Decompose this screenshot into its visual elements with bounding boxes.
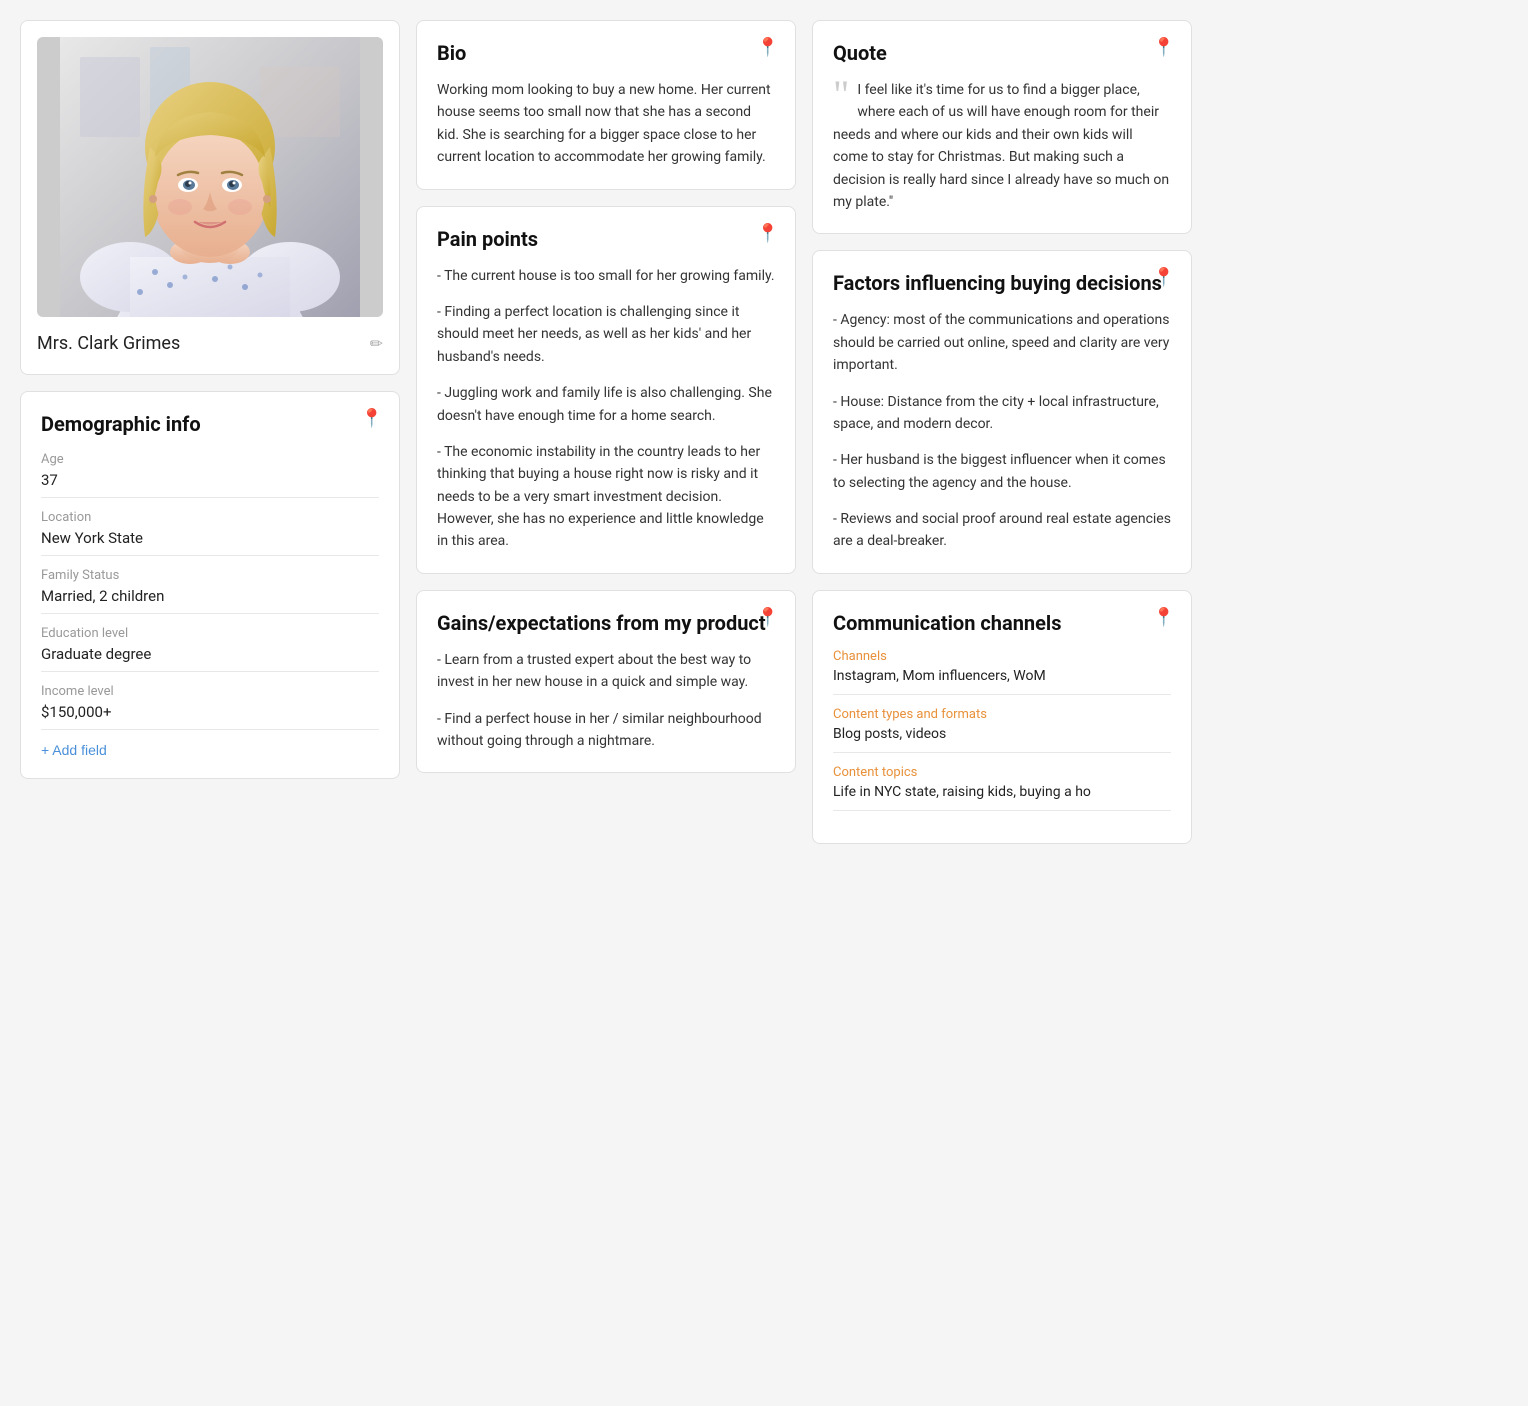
factors-body: - Agency: most of the communications and…: [833, 309, 1171, 553]
channels-value: Instagram, Mom influencers, WoM: [833, 668, 1171, 695]
pain-point-3: - Juggling work and family life is also …: [437, 382, 775, 427]
family-status-label: Family Status: [41, 568, 379, 583]
factors-title: Factors influencing buying decisions: [833, 271, 1171, 295]
content-types-value: Blog posts, videos: [833, 726, 1171, 753]
factor-1: - Agency: most of the communications and…: [833, 309, 1171, 376]
bio-card: 📍 Bio Working mom looking to buy a new h…: [416, 20, 796, 190]
profile-image: [37, 37, 383, 317]
quote-mark: ": [833, 75, 849, 115]
age-value: 37: [41, 471, 379, 498]
middle-column: 📍 Bio Working mom looking to buy a new h…: [416, 20, 796, 844]
pain-point-1: - The current house is too small for her…: [437, 265, 775, 287]
communication-title: Communication channels: [833, 611, 1171, 635]
bio-text: Working mom looking to buy a new home. H…: [437, 79, 775, 169]
age-field: Age 37: [41, 452, 379, 498]
pin-icon-communication[interactable]: 📍: [1153, 607, 1175, 628]
content-topics-value: Life in NYC state, raising kids, buying …: [833, 784, 1171, 811]
gain-1: - Learn from a trusted expert about the …: [437, 649, 775, 694]
profile-card: Mrs. Clark Grimes ✏: [20, 20, 400, 375]
education-field: Education level Graduate degree: [41, 626, 379, 672]
factors-card: 📍 Factors influencing buying decisions -…: [812, 250, 1192, 574]
education-value: Graduate degree: [41, 645, 379, 672]
channels-label: Channels: [833, 649, 1171, 664]
right-column: 📍 Quote " I feel like it's time for us t…: [812, 20, 1192, 844]
family-status-value: Married, 2 children: [41, 587, 379, 614]
quote-title: Quote: [833, 41, 1171, 65]
pain-points-card: 📍 Pain points - The current house is too…: [416, 206, 796, 574]
income-field: Income level $150,000+: [41, 684, 379, 730]
content-types-label: Content types and formats: [833, 707, 1171, 722]
demographic-card: 📍 Demographic info Age 37 Location New Y…: [20, 391, 400, 779]
pin-icon-demographic[interactable]: 📍: [361, 408, 383, 429]
location-label: Location: [41, 510, 379, 525]
pain-point-4: - The economic instability in the countr…: [437, 441, 775, 553]
factor-2: - House: Distance from the city + local …: [833, 391, 1171, 436]
pain-point-2: - Finding a perfect location is challeng…: [437, 301, 775, 368]
family-status-field: Family Status Married, 2 children: [41, 568, 379, 614]
pin-icon-bio[interactable]: 📍: [757, 37, 779, 58]
quote-text: I feel like it's time for us to find a b…: [833, 82, 1169, 210]
age-label: Age: [41, 452, 379, 467]
content-topics-label: Content topics: [833, 765, 1171, 780]
pin-icon-pain-points[interactable]: 📍: [757, 223, 779, 244]
gain-2: - Find a perfect house in her / similar …: [437, 708, 775, 753]
channels-field: Channels Instagram, Mom influencers, WoM: [833, 649, 1171, 695]
pin-icon-factors[interactable]: 📍: [1153, 267, 1175, 288]
location-field: Location New York State: [41, 510, 379, 556]
location-value: New York State: [41, 529, 379, 556]
communication-card: 📍 Communication channels Channels Instag…: [812, 590, 1192, 844]
gains-title: Gains/expectations from my product: [437, 611, 775, 635]
content-topics-field: Content topics Life in NYC state, raisin…: [833, 765, 1171, 811]
gains-body: - Learn from a trusted expert about the …: [437, 649, 775, 753]
factor-3: - Her husband is the biggest influencer …: [833, 449, 1171, 494]
left-column: Mrs. Clark Grimes ✏ 📍 Demographic info A…: [20, 20, 400, 844]
pin-icon-gains[interactable]: 📍: [757, 607, 779, 628]
profile-name-row: Mrs. Clark Grimes ✏: [37, 329, 383, 358]
gains-card: 📍 Gains/expectations from my product - L…: [416, 590, 796, 774]
pain-points-body: - The current house is too small for her…: [437, 265, 775, 553]
profile-name: Mrs. Clark Grimes: [37, 333, 180, 354]
education-label: Education level: [41, 626, 379, 641]
quote-card: 📍 Quote " I feel like it's time for us t…: [812, 20, 1192, 234]
pain-points-title: Pain points: [437, 227, 775, 251]
income-value: $150,000+: [41, 703, 379, 730]
demographic-title: Demographic info: [41, 412, 379, 436]
income-label: Income level: [41, 684, 379, 699]
pin-icon-quote[interactable]: 📍: [1153, 37, 1175, 58]
edit-icon[interactable]: ✏: [370, 334, 383, 353]
quote-body: " I feel like it's time for us to find a…: [833, 79, 1171, 213]
add-field-button[interactable]: + Add field: [41, 742, 107, 758]
content-types-field: Content types and formats Blog posts, vi…: [833, 707, 1171, 753]
profile-image-container: [37, 37, 383, 317]
bio-title: Bio: [437, 41, 775, 65]
factor-4: - Reviews and social proof around real e…: [833, 508, 1171, 553]
